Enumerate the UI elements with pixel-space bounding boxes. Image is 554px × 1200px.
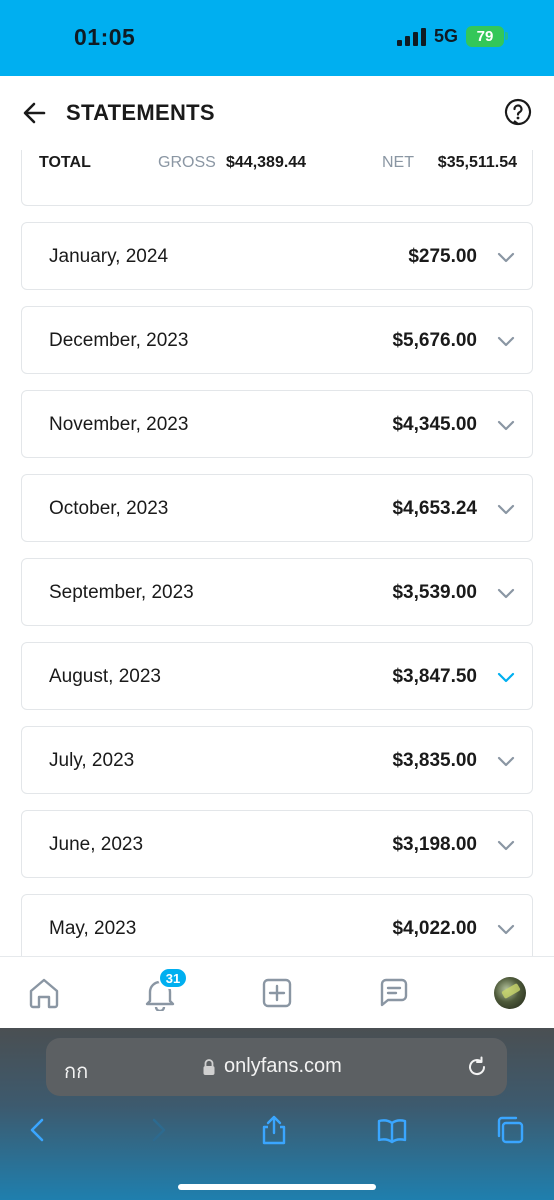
reload-icon[interactable] — [465, 1055, 489, 1079]
statement-amount: $5,676.00 — [392, 330, 477, 351]
signal-icon — [396, 27, 426, 46]
statement-amount: $4,345.00 — [392, 414, 477, 435]
statement-amount: $4,653.24 — [392, 498, 477, 519]
chevron-down-icon[interactable] — [496, 499, 516, 519]
statement-month: July, 2023 — [49, 750, 135, 771]
chevron-down-icon[interactable] — [496, 835, 516, 855]
chevron-down-icon[interactable] — [496, 751, 516, 771]
chevron-down-icon[interactable] — [496, 415, 516, 435]
statement-month: December, 2023 — [49, 330, 189, 351]
statement-row[interactable]: July, 2023 $3,835.00 — [21, 726, 533, 794]
totals-card: TOTAL GROSS $44,389.44 NET $35,511.54 — [21, 150, 533, 206]
statement-month: August, 2023 — [49, 666, 161, 687]
statement-month: May, 2023 — [49, 918, 137, 939]
statement-row[interactable]: June, 2023 $3,198.00 — [21, 810, 533, 878]
total-label: TOTAL — [39, 154, 91, 171]
statement-row[interactable]: September, 2023 $3,539.00 — [21, 558, 533, 626]
statement-month: September, 2023 — [49, 582, 194, 603]
help-icon[interactable] — [504, 98, 532, 126]
page-header: STATEMENTS — [0, 76, 554, 150]
add-post-icon[interactable] — [259, 975, 295, 1011]
statement-amount: $3,539.00 — [392, 582, 477, 603]
statement-row[interactable]: January, 2024 $275.00 — [21, 222, 533, 290]
statement-row[interactable]: November, 2023 $4,345.00 — [21, 390, 533, 458]
statement-amount: $3,835.00 — [392, 750, 477, 771]
statement-row[interactable]: August, 2023 $3,847.50 — [21, 642, 533, 710]
statement-month: June, 2023 — [49, 834, 144, 855]
url-text: onlyfans.com — [224, 1055, 342, 1077]
share-icon[interactable] — [258, 1114, 290, 1146]
gross-value: $44,389.44 — [226, 154, 307, 171]
statement-month: October, 2023 — [49, 498, 169, 519]
home-icon[interactable] — [26, 975, 62, 1011]
statement-month: November, 2023 — [49, 414, 189, 435]
browser-back-icon[interactable] — [22, 1114, 54, 1146]
chevron-down-icon[interactable] — [496, 331, 516, 351]
bookmarks-icon[interactable] — [376, 1114, 408, 1146]
avatar[interactable] — [494, 977, 526, 1009]
status-indicators: 5G 79 — [396, 26, 508, 47]
home-indicator — [178, 1184, 376, 1190]
statement-amount: $3,847.50 — [392, 666, 477, 687]
chevron-down-icon[interactable] — [496, 919, 516, 939]
status-time: 01:05 — [74, 24, 136, 50]
network-label: 5G — [433, 26, 458, 46]
battery-icon: 79 — [466, 26, 508, 47]
back-arrow-icon[interactable] — [20, 98, 50, 128]
statement-row[interactable]: December, 2023 $5,676.00 — [21, 306, 533, 374]
chevron-down-icon[interactable] — [496, 247, 516, 267]
browser-forward-icon[interactable] — [142, 1114, 174, 1146]
browser-toolbar: กก onlyfans.com — [0, 1028, 554, 1200]
net-label: NET — [382, 154, 414, 171]
statement-amount: $275.00 — [408, 246, 477, 267]
notifications-badge: 31 — [158, 967, 188, 989]
address-bar[interactable]: กก onlyfans.com — [46, 1038, 507, 1096]
bottom-nav: 31 — [0, 956, 554, 1028]
battery-level: 79 — [476, 28, 494, 45]
lock-icon — [203, 1059, 215, 1075]
statement-amount: $4,022.00 — [392, 918, 477, 939]
net-value: $35,511.54 — [437, 154, 517, 171]
statement-row[interactable]: October, 2023 $4,653.24 — [21, 474, 533, 542]
statement-month: January, 2024 — [49, 246, 169, 267]
tabs-icon[interactable] — [494, 1114, 526, 1146]
page-title: STATEMENTS — [66, 100, 215, 125]
statements-list[interactable]: TOTAL GROSS $44,389.44 NET $35,511.54 Ja… — [0, 150, 554, 956]
statement-amount: $3,198.00 — [392, 834, 477, 855]
gross-label: GROSS — [158, 154, 216, 171]
status-bar: 01:05 5G 79 — [0, 0, 554, 76]
statement-row[interactable]: May, 2023 $4,022.00 — [21, 894, 533, 956]
chevron-down-icon[interactable] — [496, 583, 516, 603]
reader-settings-button[interactable]: กก — [64, 1055, 88, 1087]
messages-icon[interactable] — [376, 975, 412, 1011]
chevron-down-icon[interactable] — [496, 667, 516, 687]
